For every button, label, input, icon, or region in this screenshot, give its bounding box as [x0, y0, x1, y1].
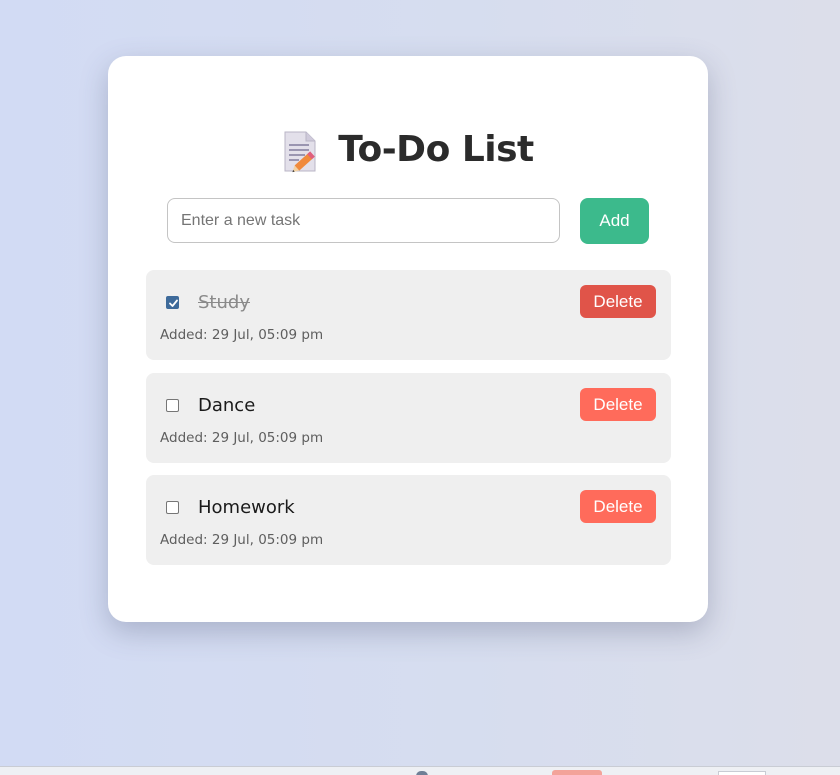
- memo-icon: [284, 131, 316, 173]
- task-item: Study Added: 29 Jul, 05:09 pm Delete: [146, 270, 671, 360]
- taskbar-item[interactable]: [416, 771, 428, 775]
- taskbar-item[interactable]: [718, 771, 766, 775]
- task-checkbox[interactable]: [166, 296, 179, 309]
- delete-task-button[interactable]: Delete: [580, 490, 656, 523]
- delete-task-button[interactable]: Delete: [580, 285, 656, 318]
- task-checkbox[interactable]: [166, 399, 179, 412]
- task-added-date: Added: 29 Jul, 05:09 pm: [160, 532, 324, 548]
- task-name: Study: [198, 292, 250, 313]
- task-name: Homework: [198, 497, 295, 518]
- task-name: Dance: [198, 395, 256, 416]
- page-title: To-Do List: [338, 128, 534, 170]
- taskbar: [0, 766, 840, 775]
- new-task-input[interactable]: [167, 198, 560, 243]
- header: To-Do List: [108, 124, 708, 174]
- task-item: Homework Added: 29 Jul, 05:09 pm Delete: [146, 475, 671, 565]
- delete-task-button[interactable]: Delete: [580, 388, 656, 421]
- todo-card: To-Do List Add Study Added: 29 Jul, 05:0…: [108, 56, 708, 622]
- task-added-date: Added: 29 Jul, 05:09 pm: [160, 327, 324, 343]
- task-checkbox[interactable]: [166, 501, 179, 514]
- checkmark-icon: [169, 299, 178, 307]
- task-item: Dance Added: 29 Jul, 05:09 pm Delete: [146, 373, 671, 463]
- taskbar-item[interactable]: [552, 770, 602, 775]
- add-task-button[interactable]: Add: [580, 198, 649, 244]
- task-added-date: Added: 29 Jul, 05:09 pm: [160, 430, 324, 446]
